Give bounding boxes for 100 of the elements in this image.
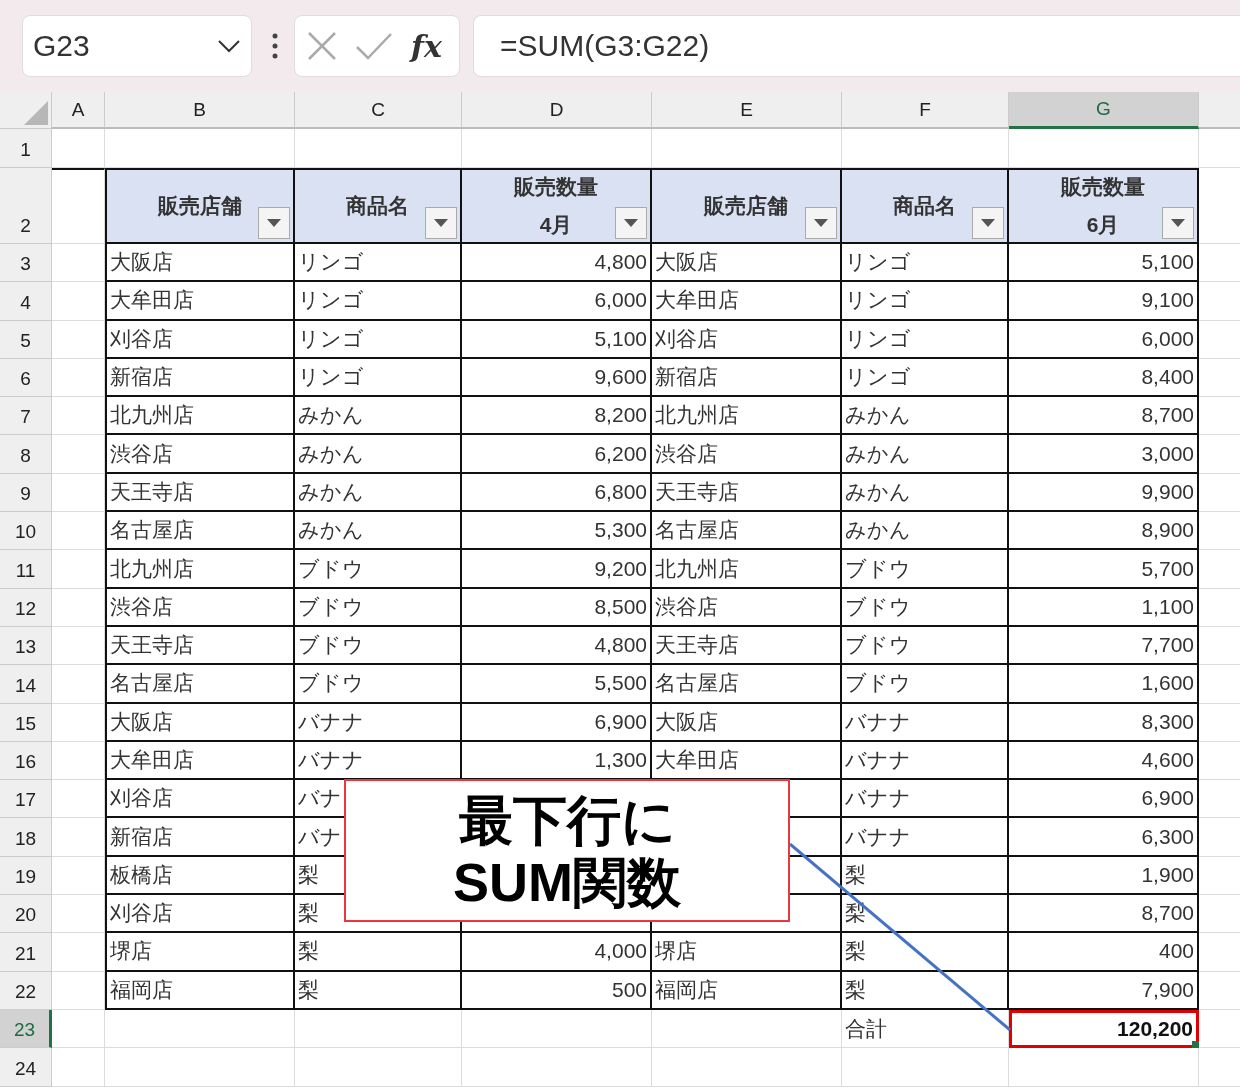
row-header[interactable]: 12 [0, 588, 52, 627]
table-cell: バナナ [842, 780, 1009, 819]
table-cell: みかん [295, 512, 462, 551]
formula-field[interactable]: =SUM(G3:G22) [473, 15, 1240, 77]
table-cell: ブドウ [842, 626, 1009, 666]
table-cell: 大牟田店 [105, 741, 295, 781]
table-cell: 1,900 [1009, 856, 1199, 896]
row-header[interactable]: 16 [0, 741, 52, 781]
table-cell: 北九州店 [105, 550, 295, 589]
column-header[interactable]: D [462, 92, 652, 129]
column-header[interactable]: B [105, 92, 295, 129]
header-label: 販売店舗 [158, 193, 242, 219]
table-cell: リンゴ [295, 282, 462, 321]
table-cell: 梨 [842, 895, 1009, 934]
row-header[interactable]: 13 [0, 626, 52, 666]
table-cell: 6,300 [1009, 818, 1199, 857]
table-cell: 名古屋店 [105, 665, 295, 704]
table-cell: 福岡店 [652, 971, 842, 1010]
chevron-down-icon[interactable] [217, 39, 241, 53]
row-header[interactable]: 22 [0, 971, 52, 1010]
table-cell: ブドウ [842, 665, 1009, 704]
row-header[interactable]: 1 [0, 129, 52, 168]
dropdown-arrow-icon[interactable] [1171, 219, 1185, 227]
table-cell: バナナ [295, 703, 462, 742]
fill-handle[interactable] [1192, 1041, 1199, 1049]
table-cell: 8,900 [1009, 512, 1199, 551]
filter-dropdown-button[interactable] [972, 207, 1004, 239]
row-header[interactable]: 9 [0, 473, 52, 513]
name-box[interactable]: G23 [22, 15, 252, 77]
table-cell: 3,000 [1009, 435, 1199, 474]
column-header[interactable]: F [842, 92, 1009, 129]
row-header[interactable]: 21 [0, 933, 52, 972]
row-header[interactable]: 23 [0, 1009, 52, 1049]
more-options-icon[interactable] [272, 32, 278, 60]
table-cell: 6,000 [462, 282, 652, 321]
table-cell: 北九州店 [652, 397, 842, 436]
table-cell: 梨 [295, 933, 462, 972]
row-header[interactable]: 11 [0, 550, 52, 589]
dropdown-arrow-icon[interactable] [624, 219, 638, 227]
table-cell: リンゴ [295, 244, 462, 283]
table-cell: みかん [295, 473, 462, 513]
insert-function-button[interactable]: fx [411, 28, 442, 64]
row-header[interactable]: 19 [0, 856, 52, 896]
table-cell: 9,100 [1009, 282, 1199, 321]
column-header[interactable]: A [52, 92, 105, 129]
row-header[interactable]: 14 [0, 665, 52, 704]
filter-dropdown-button[interactable] [615, 207, 647, 239]
row-header[interactable]: 20 [0, 895, 52, 934]
column-header[interactable]: C [295, 92, 462, 129]
dropdown-arrow-icon[interactable] [981, 219, 995, 227]
table-cell: 8,500 [462, 588, 652, 627]
dropdown-arrow-icon[interactable] [814, 219, 828, 227]
table-cell: 1,600 [1009, 665, 1199, 704]
table-cell: みかん [842, 512, 1009, 551]
column-header[interactable]: G [1009, 92, 1199, 129]
header-label: 販売数量 6月 [1061, 174, 1145, 238]
table-cell: ブドウ [295, 550, 462, 589]
filter-dropdown-button[interactable] [805, 207, 837, 239]
row-header[interactable]: 6 [0, 358, 52, 398]
table-cell: みかん [842, 397, 1009, 436]
dropdown-arrow-icon[interactable] [434, 219, 448, 227]
table-cell[interactable]: 120,200 [1009, 1009, 1199, 1049]
table-cell: 4,800 [462, 626, 652, 666]
table-cell: 名古屋店 [652, 512, 842, 551]
column-header[interactable]: E [652, 92, 842, 129]
row-header[interactable]: 4 [0, 282, 52, 321]
row-header[interactable]: 7 [0, 397, 52, 436]
row-header[interactable]: 2 [0, 168, 52, 244]
row-header[interactable]: 8 [0, 435, 52, 474]
row-header[interactable]: 10 [0, 512, 52, 551]
table-cell: 8,300 [1009, 703, 1199, 742]
row-header[interactable]: 24 [0, 1048, 52, 1087]
filter-dropdown-button[interactable] [258, 207, 290, 239]
dropdown-arrow-icon[interactable] [267, 219, 281, 227]
enter-checkmark-icon[interactable] [355, 31, 393, 61]
table-cell: 大阪店 [652, 703, 842, 742]
table-cell: 6,900 [1009, 780, 1199, 819]
table-cell: みかん [295, 435, 462, 474]
table-cell: 5,500 [462, 665, 652, 704]
row-header[interactable]: 17 [0, 780, 52, 819]
table-cell: 天王寺店 [652, 626, 842, 666]
filter-dropdown-button[interactable] [1162, 207, 1194, 239]
table-cell: 大阪店 [652, 244, 842, 283]
row-header[interactable]: 15 [0, 703, 52, 742]
table-cell: 堺店 [652, 933, 842, 972]
row-header[interactable]: 18 [0, 818, 52, 857]
filter-dropdown-button[interactable] [425, 207, 457, 239]
row-header[interactable]: 5 [0, 320, 52, 359]
table-cell: 9,600 [462, 358, 652, 398]
table-cell: 刈谷店 [105, 320, 295, 359]
callout-text: 最下行に SUM関数 [344, 779, 790, 922]
table-cell: 合計 [842, 1009, 1009, 1049]
table-cell: 名古屋店 [652, 665, 842, 704]
table-cell: 刈谷店 [105, 895, 295, 934]
table-cell: 8,200 [462, 397, 652, 436]
row-header[interactable]: 3 [0, 244, 52, 283]
table-cell: 堺店 [105, 933, 295, 972]
table-cell: ブドウ [842, 550, 1009, 589]
table-cell: 渋谷店 [652, 435, 842, 474]
table-cell: 7,900 [1009, 971, 1199, 1010]
